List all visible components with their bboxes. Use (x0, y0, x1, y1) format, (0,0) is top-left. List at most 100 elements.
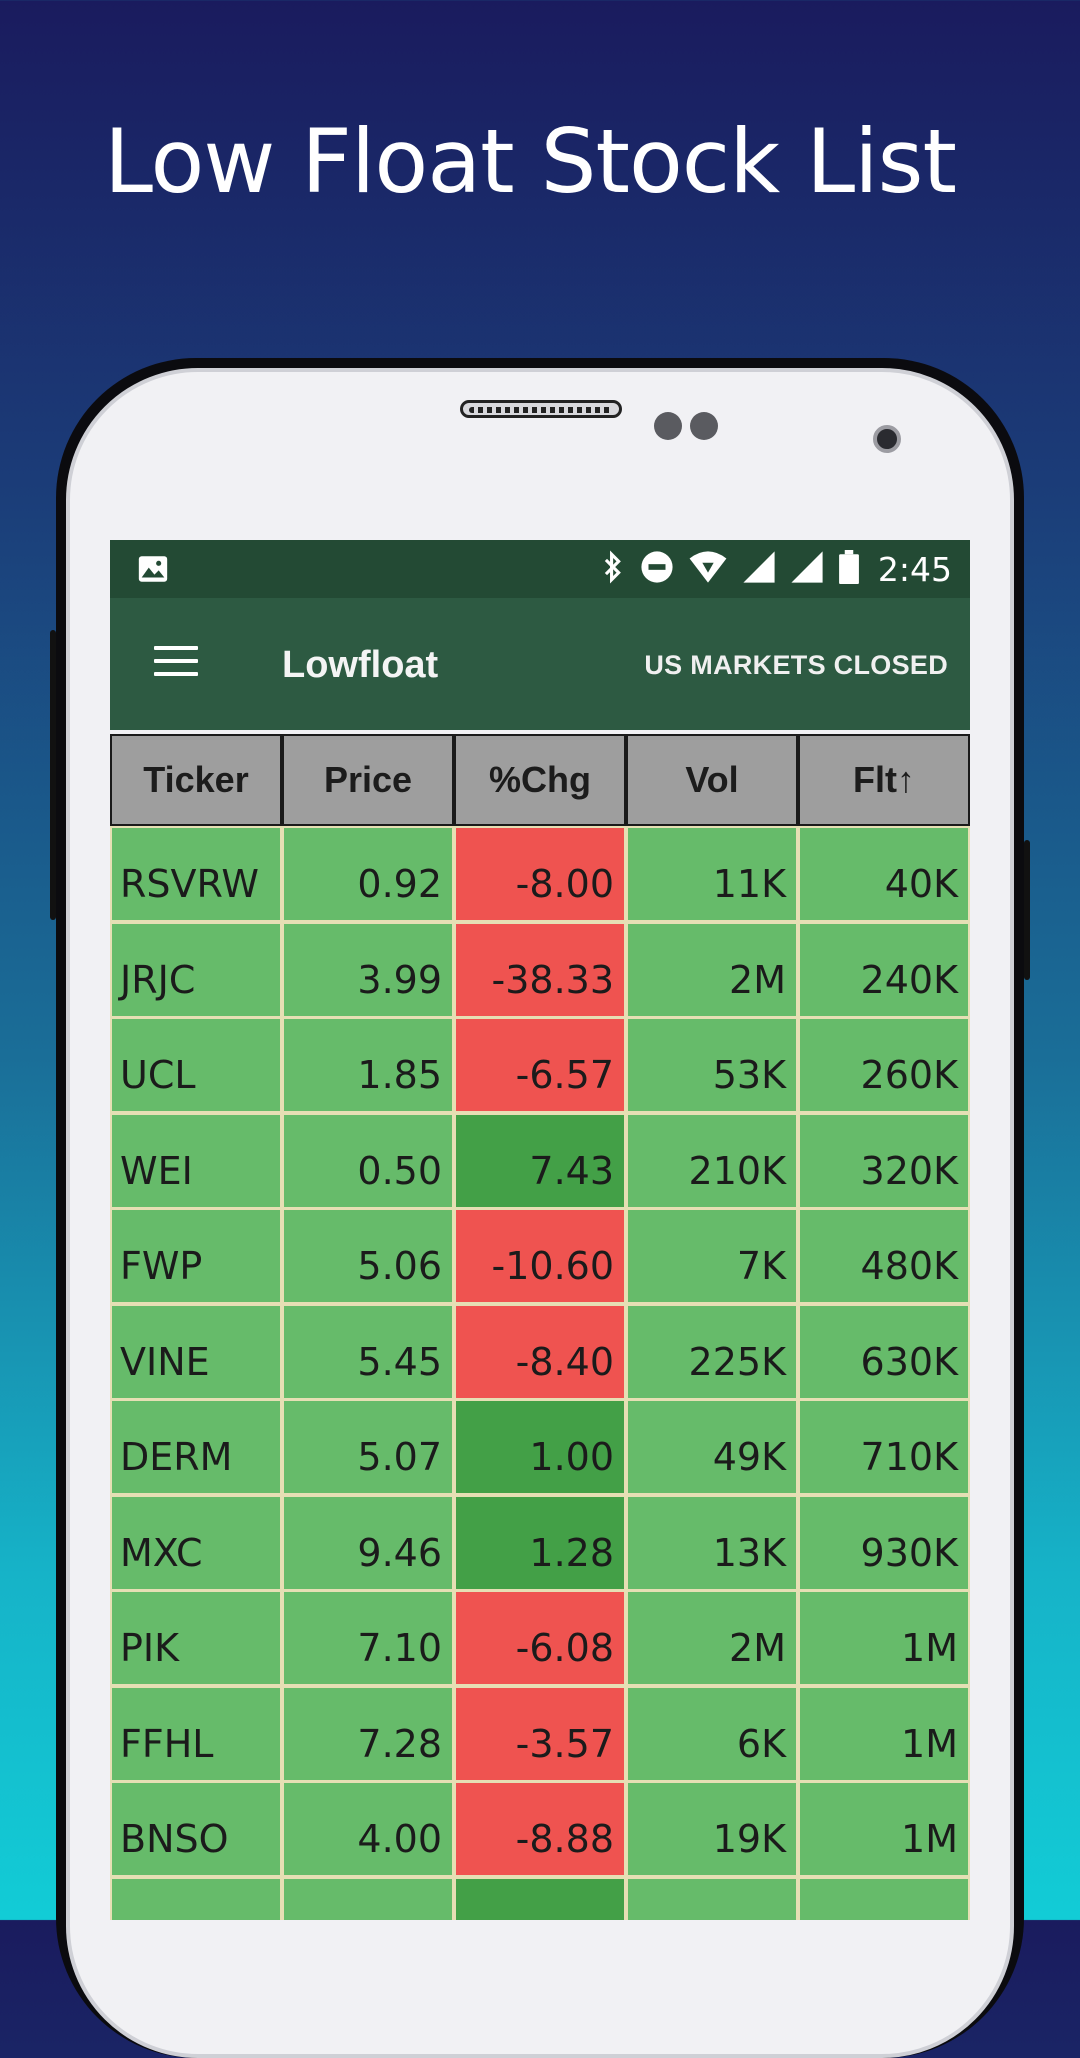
price-cell: 5.06 (284, 1210, 452, 1302)
phone-camera (873, 425, 901, 453)
float-cell: 630K (800, 1305, 968, 1398)
table-row[interactable]: JRJC 3.99 -38.33 2M 240K (110, 921, 970, 1017)
header-ticker[interactable]: Ticker (112, 736, 280, 824)
price-cell: 9.46 (284, 1496, 452, 1589)
table-row[interactable]: BNSO 4.00 -8.88 19K 1M (110, 1781, 970, 1877)
float-cell: 710K (800, 1401, 968, 1493)
change-cell: -38.33 (456, 923, 624, 1016)
ticker-cell: BNSO (112, 1783, 280, 1875)
price-cell (284, 1878, 452, 1920)
change-cell: -6.57 (456, 1019, 624, 1111)
battery-icon (838, 549, 860, 589)
ticker-cell: WEI (112, 1114, 280, 1207)
ticker-cell: MXC (112, 1496, 280, 1589)
image-notification-icon (136, 552, 170, 591)
ticker-cell: DERM (112, 1401, 280, 1493)
volume-cell: 53K (628, 1019, 796, 1111)
price-cell: 3.99 (284, 923, 452, 1016)
stock-table: Ticker Price %Chg Vol Flt↑ RSVRW 0.92 -8… (110, 734, 970, 1920)
phone-side-button-right (1024, 840, 1030, 980)
change-cell: -10.60 (456, 1210, 624, 1302)
table-row[interactable]: MXC 9.46 1.28 13K 930K (110, 1494, 970, 1590)
price-cell: 0.50 (284, 1114, 452, 1207)
volume-cell: 19K (628, 1783, 796, 1875)
table-row[interactable]: RSVRW 0.92 -8.00 11K 40K (110, 826, 970, 922)
table-row[interactable]: PIK 7.10 -6.08 2M 1M (110, 1590, 970, 1686)
volume-cell: 11K (628, 828, 796, 920)
volume-cell: 2M (628, 923, 796, 1016)
change-cell: -6.08 (456, 1592, 624, 1684)
phone-side-button-left (50, 630, 56, 920)
signal-icon (790, 550, 824, 589)
change-cell: 1.00 (456, 1401, 624, 1493)
header-change[interactable]: %Chg (456, 736, 624, 824)
price-cell: 0.92 (284, 828, 452, 920)
status-time: 2:45 (877, 549, 952, 589)
change-cell: -8.00 (456, 828, 624, 920)
ticker-cell: FFHL (112, 1687, 280, 1780)
table-row[interactable]: DERM 5.07 1.00 49K 710K (110, 1399, 970, 1495)
wifi-icon (688, 550, 728, 589)
float-cell: 260K (800, 1019, 968, 1111)
float-cell: 930K (800, 1496, 968, 1589)
volume-cell: 225K (628, 1305, 796, 1398)
change-cell: -3.57 (456, 1687, 624, 1780)
ticker-cell (112, 1878, 280, 1920)
header-float[interactable]: Flt↑ (800, 736, 968, 824)
ticker-cell: PIK (112, 1592, 280, 1684)
price-cell: 1.85 (284, 1019, 452, 1111)
header-volume[interactable]: Vol (628, 736, 796, 824)
table-body: RSVRW 0.92 -8.00 11K 40K JRJC 3.99 -38.3… (110, 826, 970, 1920)
float-cell: 40K (800, 828, 968, 920)
header-price[interactable]: Price (284, 736, 452, 824)
phone-sensor (690, 412, 718, 440)
volume-cell (628, 1878, 796, 1920)
float-cell: 1M (800, 1592, 968, 1684)
volume-cell: 2M (628, 1592, 796, 1684)
market-status: US MARKETS CLOSED (644, 650, 948, 680)
change-cell: -8.88 (456, 1783, 624, 1875)
change-cell: -8.40 (456, 1305, 624, 1398)
float-cell: 1M (800, 1687, 968, 1780)
promo-title: Low Float Stock List (104, 110, 957, 213)
price-cell: 4.00 (284, 1783, 452, 1875)
ticker-cell: FWP (112, 1210, 280, 1302)
signal-icon (742, 550, 776, 589)
volume-cell: 49K (628, 1401, 796, 1493)
phone-speaker (460, 400, 622, 418)
price-cell: 5.45 (284, 1305, 452, 1398)
float-cell: 240K (800, 923, 968, 1016)
volume-cell: 7K (628, 1210, 796, 1302)
volume-cell: 210K (628, 1114, 796, 1207)
ticker-cell: VINE (112, 1305, 280, 1398)
status-bar: 2:45 (110, 540, 970, 598)
change-cell: 7.43 (456, 1114, 624, 1207)
price-cell: 7.28 (284, 1687, 452, 1780)
app-bar: Lowfloat US MARKETS CLOSED (110, 598, 970, 730)
menu-icon[interactable] (154, 646, 198, 678)
table-row[interactable]: FFHL 7.28 -3.57 6K 1M (110, 1685, 970, 1781)
table-row[interactable]: VINE 5.45 -8.40 225K 630K (110, 1303, 970, 1399)
phone-screen: 2:45 Lowfloat US MARKETS CLOSED Ticker P… (110, 540, 970, 1920)
table-row[interactable]: FWP 5.06 -10.60 7K 480K (110, 1208, 970, 1304)
ticker-cell: JRJC (112, 923, 280, 1016)
table-header-row: Ticker Price %Chg Vol Flt↑ (110, 734, 970, 826)
ticker-cell: UCL (112, 1019, 280, 1111)
float-cell: 320K (800, 1114, 968, 1207)
float-cell: 1M (800, 1783, 968, 1875)
price-cell: 5.07 (284, 1401, 452, 1493)
phone-sensor (654, 412, 682, 440)
do-not-disturb-icon (640, 550, 674, 589)
float-cell (800, 1878, 968, 1920)
price-cell: 7.10 (284, 1592, 452, 1684)
ticker-cell: RSVRW (112, 828, 280, 920)
bluetooth-icon (600, 549, 626, 589)
float-cell: 480K (800, 1210, 968, 1302)
table-row[interactable] (110, 1876, 970, 1920)
change-cell (456, 1878, 624, 1920)
table-row[interactable]: WEI 0.50 7.43 210K 320K (110, 1112, 970, 1208)
app-title: Lowfloat (282, 644, 439, 686)
table-row[interactable]: UCL 1.85 -6.57 53K 260K (110, 1017, 970, 1113)
status-icons: 2:45 (600, 540, 952, 598)
volume-cell: 6K (628, 1687, 796, 1780)
